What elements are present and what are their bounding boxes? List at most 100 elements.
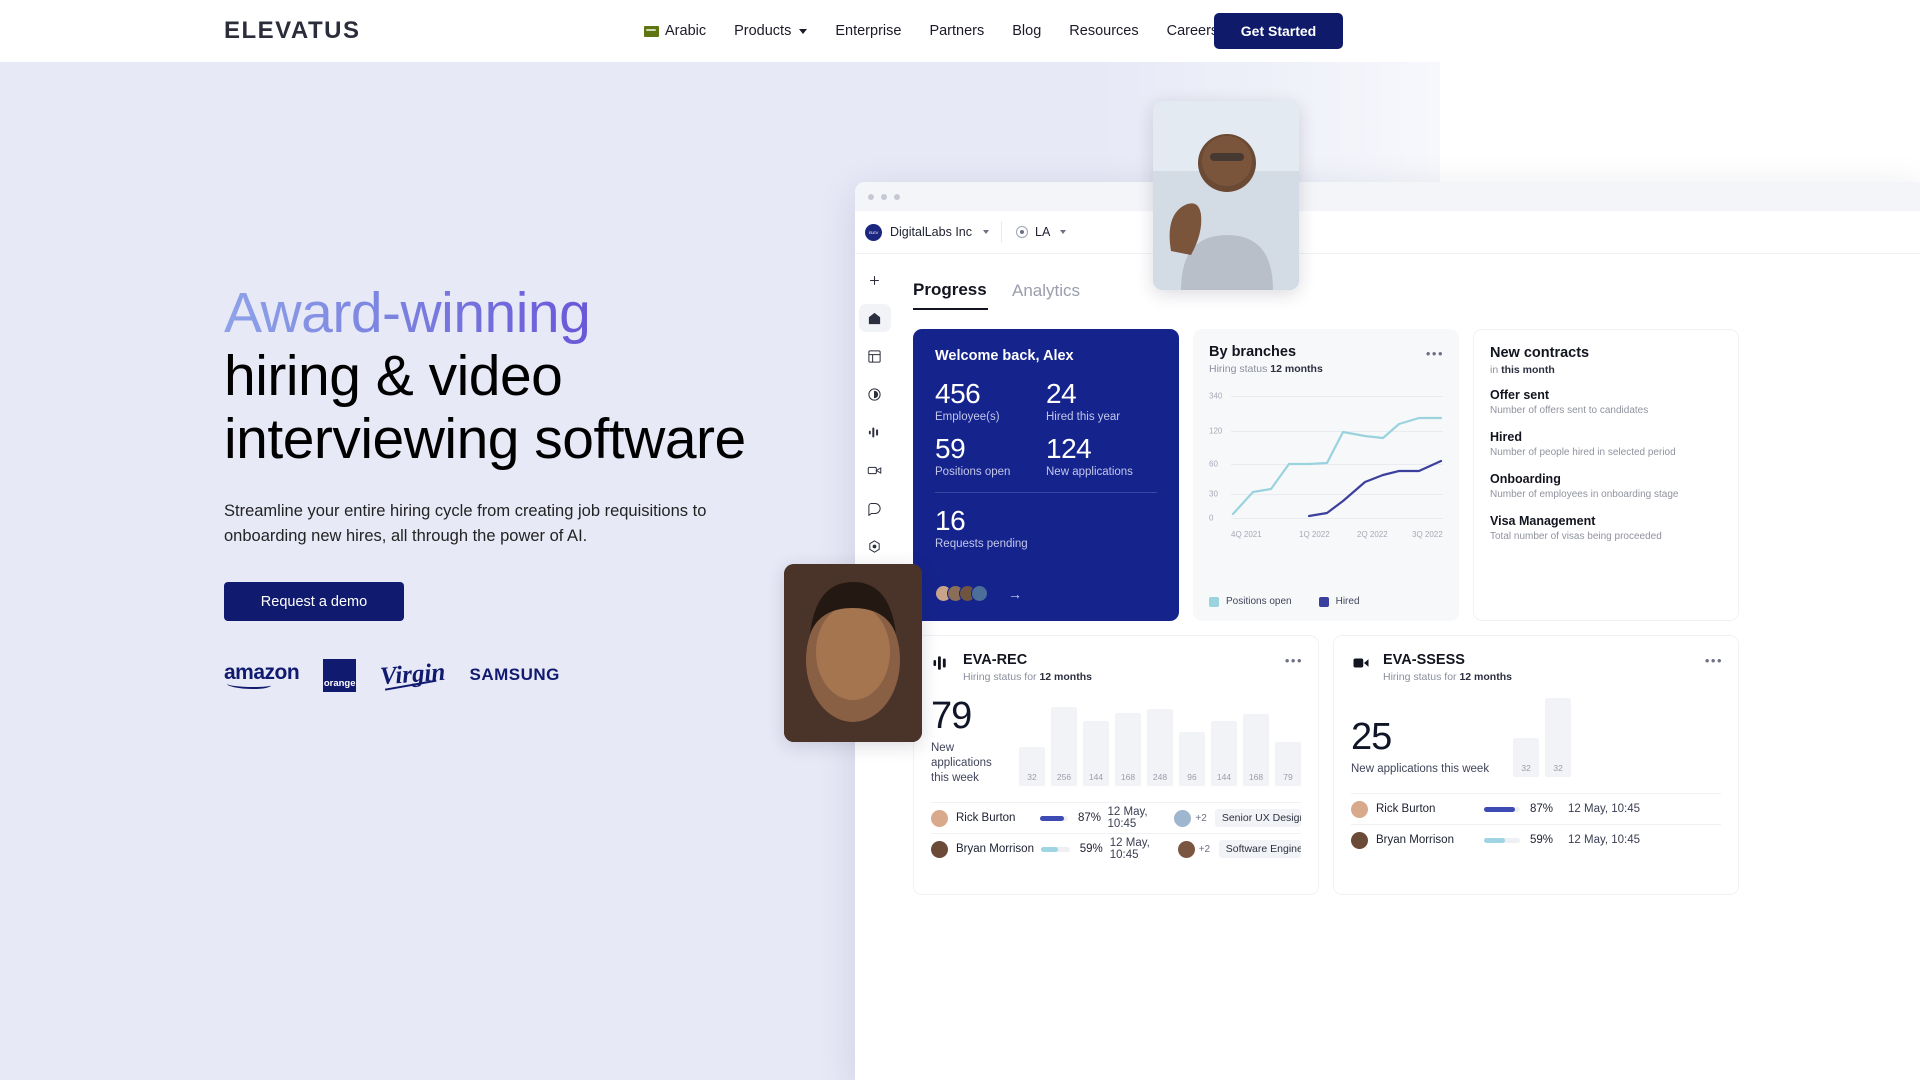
table-row[interactable]: Bryan Morrison 59% 12 May, 10:45 +2 Soft… bbox=[931, 833, 1302, 864]
eva-card-header: EVA-SSESS Hiring status for 12 months bbox=[1351, 652, 1721, 683]
row-timestamp: 12 May, 10:45 bbox=[1109, 837, 1150, 861]
card-subtitle-pre: in bbox=[1490, 364, 1502, 376]
window-titlebar bbox=[855, 182, 1920, 211]
nav-item-label: Products bbox=[734, 23, 792, 39]
eva-bar-chart: 32 256 144 168 248 96 144 168 79 bbox=[1019, 704, 1301, 786]
welcome-card: Welcome back, Alex 456 Employee(s) 24 Hi… bbox=[913, 329, 1179, 621]
dashboard-body: Progress Analytics Welcome back, Alex 45… bbox=[855, 254, 1920, 1080]
org-avatar: ELEV bbox=[865, 223, 882, 241]
tab-progress[interactable]: Progress bbox=[913, 280, 988, 310]
card-subtitle-pre: Hiring status for bbox=[1383, 671, 1460, 683]
chart-legend: Positions open Hired bbox=[1209, 596, 1360, 607]
x-tick-label: 2Q 2022 bbox=[1357, 530, 1388, 539]
sidebar-item-reports[interactable] bbox=[861, 380, 889, 408]
branch-selector[interactable]: LA bbox=[1001, 221, 1067, 243]
progress-fill bbox=[1041, 846, 1059, 852]
stat-value: 59 bbox=[935, 433, 966, 464]
legend-label: Hired bbox=[1335, 596, 1360, 607]
layout-icon bbox=[868, 349, 881, 363]
chat-icon bbox=[868, 502, 881, 516]
bar-label: 32 bbox=[1521, 763, 1531, 773]
tab-active-underline bbox=[913, 308, 988, 310]
nav-item-label: Enterprise bbox=[835, 23, 902, 39]
sidebar-item-add[interactable] bbox=[861, 266, 889, 294]
card-subtitle: Hiring status for 12 months bbox=[963, 671, 1092, 683]
table-row[interactable]: Bryan Morrison 59% 12 May, 10:45 bbox=[1351, 824, 1721, 855]
nav-item-products[interactable]: Products bbox=[720, 23, 821, 39]
nav-item-label: Blog bbox=[1012, 23, 1042, 39]
progress-percent: 59% bbox=[1530, 834, 1554, 846]
nav-item-blog[interactable]: Blog bbox=[998, 23, 1055, 39]
card-subtitle: in this month bbox=[1490, 364, 1722, 376]
sidebar-item-assessments[interactable] bbox=[861, 418, 889, 446]
nav-item-label: Partners bbox=[929, 23, 985, 39]
legend-label: Positions open bbox=[1226, 596, 1292, 607]
settings-icon bbox=[869, 539, 880, 553]
pending-avatars[interactable]: → bbox=[935, 585, 1157, 602]
nav-item-resources[interactable]: Resources bbox=[1055, 23, 1152, 39]
get-started-button[interactable]: Get Started bbox=[1214, 13, 1343, 49]
y-tick-label: 340 bbox=[1209, 391, 1223, 401]
nav-item-arabic[interactable]: Arabic bbox=[630, 23, 720, 39]
card-subtitle-bold: 12 months bbox=[1039, 671, 1092, 683]
card-subtitle: Hiring status 12 months bbox=[1209, 363, 1443, 375]
avatar bbox=[1177, 840, 1195, 858]
bar: 32 bbox=[1019, 747, 1045, 786]
card-subtitle-bold: 12 months bbox=[1270, 363, 1323, 375]
sidebar-item-video[interactable] bbox=[861, 456, 889, 484]
eva-caption: New applications this week bbox=[931, 742, 992, 784]
headline-accent: Award-winning bbox=[224, 281, 591, 345]
eva-rows: Rick Burton 87% 12 May, 10:45 +2 Senior … bbox=[931, 802, 1302, 864]
sidebar-item-messages[interactable] bbox=[861, 494, 889, 522]
progress-percent: 87% bbox=[1530, 803, 1554, 815]
eva-stats-and-bars: 79 New applications this week 32 256 144… bbox=[931, 695, 1301, 786]
avatar bbox=[971, 585, 988, 602]
arrow-right-icon[interactable]: → bbox=[1008, 586, 1022, 602]
card-title: EVA-REC bbox=[963, 652, 1028, 668]
sidebar-item-home[interactable] bbox=[858, 304, 891, 332]
welcome-title: Welcome back, Alex bbox=[935, 348, 1074, 364]
home-icon bbox=[868, 312, 881, 324]
card-menu-icon[interactable]: ••• bbox=[1705, 653, 1723, 668]
by-branches-card: By branches Hiring status 12 months ••• … bbox=[1193, 329, 1459, 621]
client-logo-samsung: SAMSUNG bbox=[469, 665, 560, 684]
progress-track bbox=[1484, 806, 1520, 812]
contract-item-title: Visa Management bbox=[1490, 514, 1596, 528]
sidebar-item-settings[interactable] bbox=[861, 532, 889, 560]
branches-chart-svg bbox=[1231, 416, 1443, 518]
eva-card-titleblock: EVA-SSESS Hiring status for 12 months bbox=[1383, 652, 1512, 683]
row-timestamp: 12 May, 10:45 bbox=[1568, 803, 1641, 815]
stat-value: 24 bbox=[1046, 378, 1077, 409]
table-row[interactable]: Rick Burton 87% 12 May, 10:45 bbox=[1351, 793, 1721, 824]
org-selector[interactable]: ELEV DigitalLabs Inc bbox=[865, 223, 989, 241]
tab-analytics[interactable]: Analytics bbox=[1012, 281, 1080, 310]
nav-item-enterprise[interactable]: Enterprise bbox=[821, 23, 915, 39]
row-avatar-group[interactable]: +2 bbox=[1174, 809, 1214, 827]
divider bbox=[935, 492, 1157, 493]
bar: 168 bbox=[1243, 714, 1269, 786]
role-tag: Software Engineer bbox=[1218, 840, 1302, 858]
card-menu-icon[interactable]: ••• bbox=[1426, 346, 1444, 361]
progress-fill bbox=[1484, 806, 1516, 812]
sidebar-item-layout[interactable] bbox=[861, 342, 889, 370]
nav-item-label: Careers bbox=[1166, 23, 1219, 39]
nav-item-partners[interactable]: Partners bbox=[915, 23, 998, 39]
eva-card-titleblock: EVA-REC Hiring status for 12 months bbox=[963, 652, 1092, 683]
table-row[interactable]: Rick Burton 87% 12 May, 10:45 +2 Senior … bbox=[931, 802, 1301, 833]
client-logo-amazon: amazon bbox=[224, 661, 300, 689]
page-title: Award-winning hiring & video interviewin… bbox=[224, 282, 864, 471]
eva-big-value: 79 bbox=[931, 695, 972, 737]
elevatus-logo[interactable]: ELEVATUS bbox=[224, 17, 360, 44]
bar-label: 96 bbox=[1187, 772, 1197, 782]
request-demo-button[interactable]: Request a demo bbox=[224, 582, 404, 621]
card-subtitle-bold: this month bbox=[1501, 364, 1555, 376]
waveform-icon bbox=[933, 656, 946, 670]
window-dot-minimize bbox=[881, 193, 887, 200]
avatar bbox=[1351, 831, 1368, 849]
role-tag: Senior UX Designer bbox=[1214, 809, 1301, 827]
eva-rows: Rick Burton 87% 12 May, 10:45 Bryan Morr… bbox=[1351, 793, 1721, 855]
stat-value: 456 bbox=[935, 378, 981, 409]
card-subtitle-pre: Hiring status bbox=[1209, 363, 1271, 375]
row-avatar-group[interactable]: +2 bbox=[1177, 840, 1219, 858]
card-menu-icon[interactable]: ••• bbox=[1285, 653, 1303, 668]
